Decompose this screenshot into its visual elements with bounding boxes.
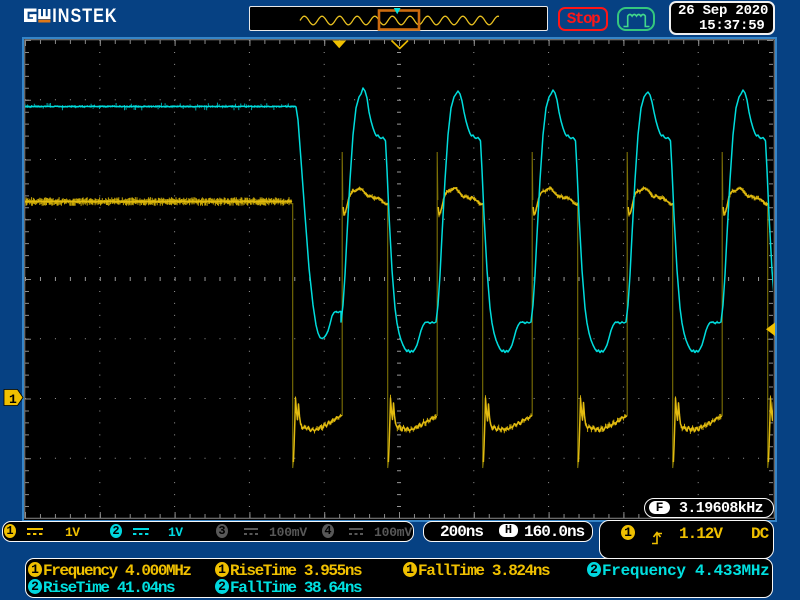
svg-text:1: 1: [9, 392, 17, 407]
